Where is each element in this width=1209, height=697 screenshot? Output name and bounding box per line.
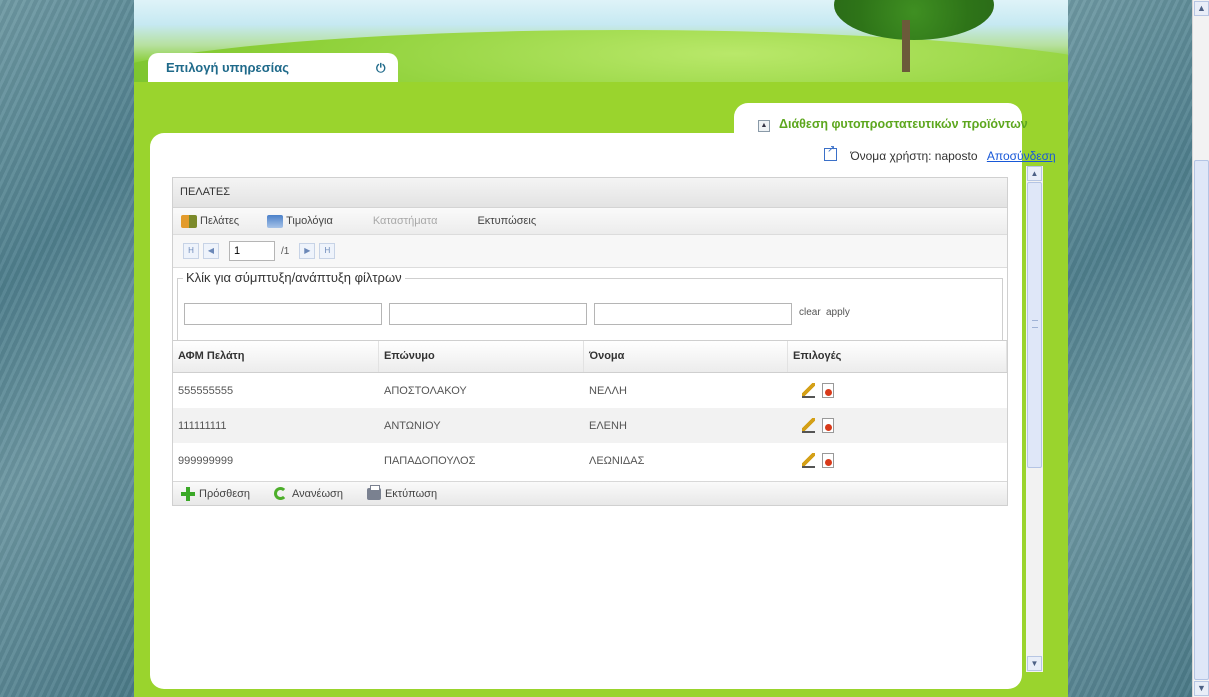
panel-title: ΠΕΛΑΤΕΣ	[173, 178, 1007, 208]
column-header-options: Επιλογές	[788, 341, 1007, 372]
scroll-up-button[interactable]: ▲	[1194, 1, 1209, 16]
customers-grid: ΑΦΜ Πελάτη Επώνυμο Όνομα Επιλογές 555555…	[173, 340, 1007, 478]
add-label: Πρόσθεση	[199, 487, 251, 500]
cell-options	[788, 383, 1007, 398]
cell-afm: 999999999	[178, 454, 234, 467]
printer-icon	[366, 484, 381, 500]
cell-afm: 111111111	[178, 419, 227, 432]
add-icon	[181, 486, 195, 501]
prev-page-icon[interactable]: ◀	[203, 243, 219, 259]
cell-options	[788, 418, 1007, 433]
toolbar-invoices[interactable]: Τιμολόγια	[267, 214, 333, 228]
content-scroll-thumb[interactable]	[1027, 182, 1042, 468]
logout-link[interactable]: Αποσύνδεση	[987, 149, 1056, 163]
pager: H ◀ /1 ▶ H	[173, 235, 1007, 268]
panel-toolbar: Πελάτες Τιμολόγια Καταστήματα Εκτυπώσεις	[173, 208, 1007, 235]
toolbar-stores: Καταστήματα	[373, 215, 438, 227]
delete-icon[interactable]	[822, 453, 834, 468]
main-area: Επιλογή υπηρεσίας ⏻ ▲ Διάθεση φυτοπροστα…	[134, 0, 1068, 697]
edit-icon[interactable]	[802, 453, 815, 468]
right-background	[1068, 0, 1192, 697]
print-button[interactable]: Εκτύπωση	[366, 484, 438, 500]
invoices-icon	[267, 214, 284, 228]
filter-afm-input[interactable]	[184, 303, 382, 325]
cell-surname: ΑΠΟΣΤΟΛΑΚΟΥ	[384, 384, 467, 397]
filters-fieldset: Κλίκ για σύμπτυξη/ανάπτυξη φίλτρων clear…	[177, 270, 1003, 341]
toolbar-prints-label: Εκτυπώσεις	[477, 215, 537, 227]
cell-surname: ΠΑΠΑΔΟΠΟΥΛΟΣ	[384, 454, 476, 467]
content-scrollbar[interactable]: ▲ ▼	[1026, 166, 1043, 672]
collapse-icon[interactable]: ▲	[758, 120, 770, 132]
refresh-label: Ανανέωση	[292, 487, 343, 500]
column-header-surname[interactable]: Επώνυμο	[379, 341, 584, 372]
toolbar-customers[interactable]: Πελάτες	[181, 214, 240, 228]
scroll-down-button[interactable]: ▼	[1194, 681, 1209, 696]
user-info: Όνομα χρήστη: naposto Αποσύνδεση	[824, 144, 1056, 163]
toolbar-invoices-label: Τιμολόγια	[286, 215, 333, 227]
content-scroll-up-button[interactable]: ▲	[1027, 166, 1042, 181]
content-scroll-down-button[interactable]: ▼	[1027, 656, 1042, 671]
tree-trunk-graphic	[902, 20, 910, 72]
scroll-thumb[interactable]	[1194, 160, 1209, 680]
table-row[interactable]: 555555555 ΑΠΟΣΤΟΛΑΚΟΥ ΝΕΛΛΗ	[173, 373, 1007, 408]
customers-panel: ΠΕΛΑΤΕΣ Πελάτες Τιμολόγια Καταστήματα Εκ…	[172, 177, 1008, 506]
external-link-icon[interactable]	[824, 144, 837, 161]
customers-icon	[181, 214, 197, 228]
tree-graphic	[834, 0, 994, 40]
grid-header: ΑΦΜ Πελάτη Επώνυμο Όνομα Επιλογές	[173, 340, 1007, 373]
header-banner: Επιλογή υπηρεσίας ⏻	[134, 0, 1068, 82]
power-icon[interactable]: ⏻	[376, 61, 386, 76]
service-tab-label: Επιλογή υπηρεσίας	[166, 60, 289, 75]
cell-name: ΛΕΩΝΙΔΑΣ	[589, 454, 645, 467]
last-page-icon[interactable]: H	[319, 243, 336, 259]
filter-surname-input[interactable]	[389, 303, 587, 325]
toolbar-customers-label: Πελάτες	[200, 215, 240, 227]
grid-bottom-toolbar: Πρόσθεση Ανανέωση Εκτύπωση	[173, 481, 1007, 505]
delete-icon[interactable]	[822, 418, 834, 433]
cell-name: ΝΕΛΛΗ	[589, 384, 627, 397]
filter-clear-link[interactable]: clear	[799, 307, 821, 318]
left-background	[0, 0, 134, 697]
add-button[interactable]: Πρόσθεση	[181, 486, 251, 501]
delete-icon[interactable]	[822, 383, 834, 398]
edit-icon[interactable]	[802, 383, 815, 398]
refresh-button[interactable]: Ανανέωση	[274, 487, 343, 500]
module-title: Διάθεση φυτοπροστατευτικών προϊόντων	[779, 117, 1028, 131]
toolbar-stores-label: Καταστήματα	[372, 215, 438, 227]
filters-toggle[interactable]: Κλίκ για σύμπτυξη/ανάπτυξη φίλτρων	[183, 270, 405, 285]
table-row[interactable]: 999999999 ΠΑΠΑΔΟΠΟΥΛΟΣ ΛΕΩΝΙΔΑΣ	[173, 443, 1007, 478]
cell-afm: 555555555	[178, 384, 234, 397]
edit-icon[interactable]	[802, 418, 815, 433]
print-label: Εκτύπωση	[384, 487, 438, 500]
next-page-icon[interactable]: ▶	[299, 243, 316, 259]
first-page-icon[interactable]: H	[183, 243, 199, 259]
filter-name-input[interactable]	[594, 303, 792, 325]
user-label: Όνομα χρήστη: naposto	[850, 149, 978, 163]
cell-surname: ΑΝΤΩΝΙΟΥ	[384, 419, 441, 432]
page-number-input[interactable]	[229, 241, 275, 261]
column-header-afm[interactable]: ΑΦΜ Πελάτη	[173, 341, 379, 372]
service-select-tab[interactable]: Επιλογή υπηρεσίας ⏻	[148, 53, 398, 82]
toolbar-prints[interactable]: Εκτυπώσεις	[477, 215, 536, 227]
cell-name: ΕΛΕΝΗ	[589, 419, 627, 432]
column-header-name[interactable]: Όνομα	[584, 341, 788, 372]
window-scrollbar[interactable]: ▲ ▼	[1192, 0, 1209, 697]
filter-apply-link[interactable]: apply	[826, 307, 850, 318]
table-row[interactable]: 111111111 ΑΝΤΩΝΙΟΥ ΕΛΕΝΗ	[173, 408, 1007, 443]
page-total: /1	[281, 245, 290, 257]
cell-options	[788, 453, 1007, 468]
refresh-icon	[274, 487, 288, 500]
